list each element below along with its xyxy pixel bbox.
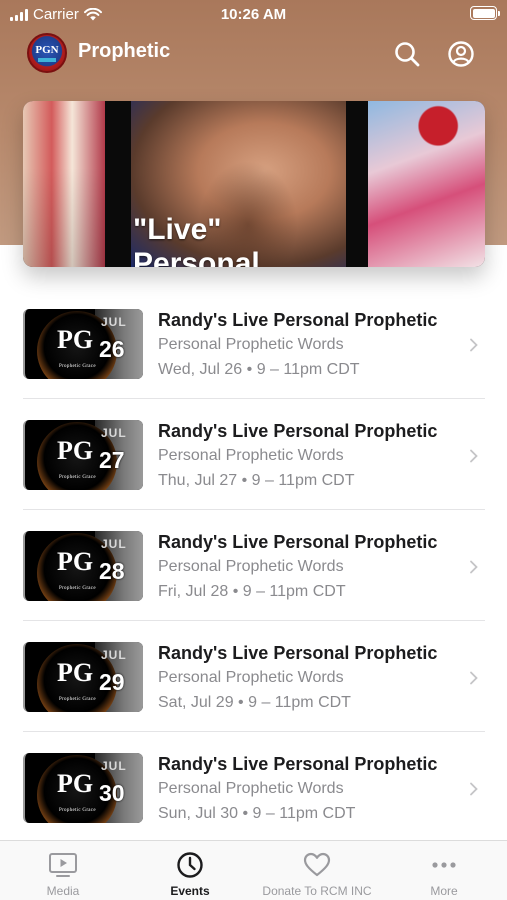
event-row[interactable]: PG Prophetic Grace JUL 28 Randy's Live P… [0, 510, 507, 621]
heart-icon [303, 852, 331, 877]
event-list: PG Prophetic Grace JUL 26 Randy's Live P… [0, 288, 507, 843]
event-date: Wed, Jul 26 • 9 – 11pm CDT [158, 361, 360, 378]
event-title: Randy's Live Personal Prophetic [158, 643, 438, 663]
event-date: Sat, Jul 29 • 9 – 11pm CDT [158, 694, 351, 711]
status-bar: Carrier 10:26 AM [0, 0, 507, 30]
event-row[interactable]: PG Prophetic Grace JUL 26 Randy's Live P… [0, 288, 507, 399]
tab-label: Donate To RCM INC [262, 884, 372, 898]
event-subtitle: Personal Prophetic Words [158, 780, 344, 797]
event-row[interactable]: PG Prophetic Grace JUL 30 Randy's Live P… [0, 732, 507, 843]
tab-more[interactable]: More [381, 841, 507, 900]
tab-donate[interactable]: Donate To RCM INC [254, 841, 380, 900]
media-icon [49, 853, 77, 877]
status-time: 10:26 AM [220, 6, 287, 23]
hero-caption: "Live" Personal [133, 213, 260, 267]
thumb-tagline: Prophetic Grace [59, 475, 96, 480]
app-logo-stripe [38, 57, 56, 62]
thumb-month: JUL [101, 315, 127, 329]
hero-film-strip [105, 101, 131, 267]
clock-icon [177, 852, 203, 878]
event-thumbnail: PG Prophetic Grace JUL 28 [23, 531, 143, 601]
event-thumbnail: PG Prophetic Grace JUL 26 [23, 309, 143, 379]
account-icon[interactable] [447, 40, 475, 68]
event-title: Randy's Live Personal Prophetic [158, 754, 438, 774]
thumb-initials: PG [57, 769, 94, 798]
chevron-right-icon [470, 338, 478, 352]
thumb-tagline: Prophetic Grace [59, 697, 96, 702]
hero-image-left [23, 101, 105, 267]
hero-caption-line2: Personal [133, 247, 260, 267]
nav-bar: PGN Prophetic [0, 30, 507, 76]
event-thumbnail: PG Prophetic Grace JUL 30 [23, 753, 143, 823]
thumb-month: JUL [101, 759, 127, 773]
event-subtitle: Personal Prophetic Words [158, 336, 344, 353]
tab-events[interactable]: Events [127, 841, 253, 900]
event-subtitle: Personal Prophetic Words [158, 669, 344, 686]
event-row[interactable]: PG Prophetic Grace JUL 27 Randy's Live P… [0, 399, 507, 510]
battery-icon [470, 6, 500, 20]
page-title: Prophetic [78, 40, 171, 62]
chevron-right-icon [470, 671, 478, 685]
event-date: Thu, Jul 27 • 9 – 11pm CDT [158, 472, 355, 489]
thumb-day: 30 [99, 780, 125, 806]
thumb-month: JUL [101, 537, 127, 551]
search-icon[interactable] [393, 40, 421, 68]
event-title: Randy's Live Personal Prophetic [158, 421, 438, 441]
thumb-day: 29 [99, 669, 125, 695]
tab-label: Events [170, 884, 210, 898]
chevron-right-icon [470, 449, 478, 463]
event-thumbnail: PG Prophetic Grace JUL 29 [23, 642, 143, 712]
thumb-day: 27 [99, 447, 125, 473]
thumb-initials: PG [57, 325, 94, 354]
hero-caption-line1: "Live" [133, 213, 222, 246]
tab-media[interactable]: Media [0, 841, 126, 900]
event-date: Sun, Jul 30 • 9 – 11pm CDT [158, 805, 356, 822]
thumb-month: JUL [101, 426, 127, 440]
tab-label: Media [46, 884, 80, 898]
thumb-tagline: Prophetic Grace [59, 808, 96, 813]
chevron-right-icon [470, 782, 478, 796]
event-title: Randy's Live Personal Prophetic [158, 310, 438, 330]
event-subtitle: Personal Prophetic Words [158, 558, 344, 575]
tab-label: More [430, 884, 458, 898]
thumb-tagline: Prophetic Grace [59, 364, 96, 369]
event-date: Fri, Jul 28 • 9 – 11pm CDT [158, 583, 346, 600]
thumb-tagline: Prophetic Grace [59, 586, 96, 591]
tab-bar: Media Events Donate To RCM INC More [0, 840, 507, 900]
thumb-initials: PG [57, 658, 94, 687]
thumb-month: JUL [101, 648, 127, 662]
thumb-initials: PG [57, 436, 94, 465]
chevron-right-icon [470, 560, 478, 574]
hero-film-strip [346, 101, 368, 267]
event-row[interactable]: PG Prophetic Grace JUL 29 Randy's Live P… [0, 621, 507, 732]
app-logo[interactable]: PGN [27, 33, 67, 73]
featured-banner[interactable]: "Live" Personal [23, 101, 485, 267]
thumb-day: 28 [99, 558, 125, 584]
thumb-day: 26 [99, 336, 125, 362]
thumb-initials: PG [57, 547, 94, 576]
ellipsis-icon [432, 862, 456, 868]
app-logo-text: PGN [35, 43, 59, 56]
hero-image-right [368, 101, 485, 267]
event-subtitle: Personal Prophetic Words [158, 447, 344, 464]
event-thumbnail: PG Prophetic Grace JUL 27 [23, 420, 143, 490]
event-title: Randy's Live Personal Prophetic [158, 532, 438, 552]
